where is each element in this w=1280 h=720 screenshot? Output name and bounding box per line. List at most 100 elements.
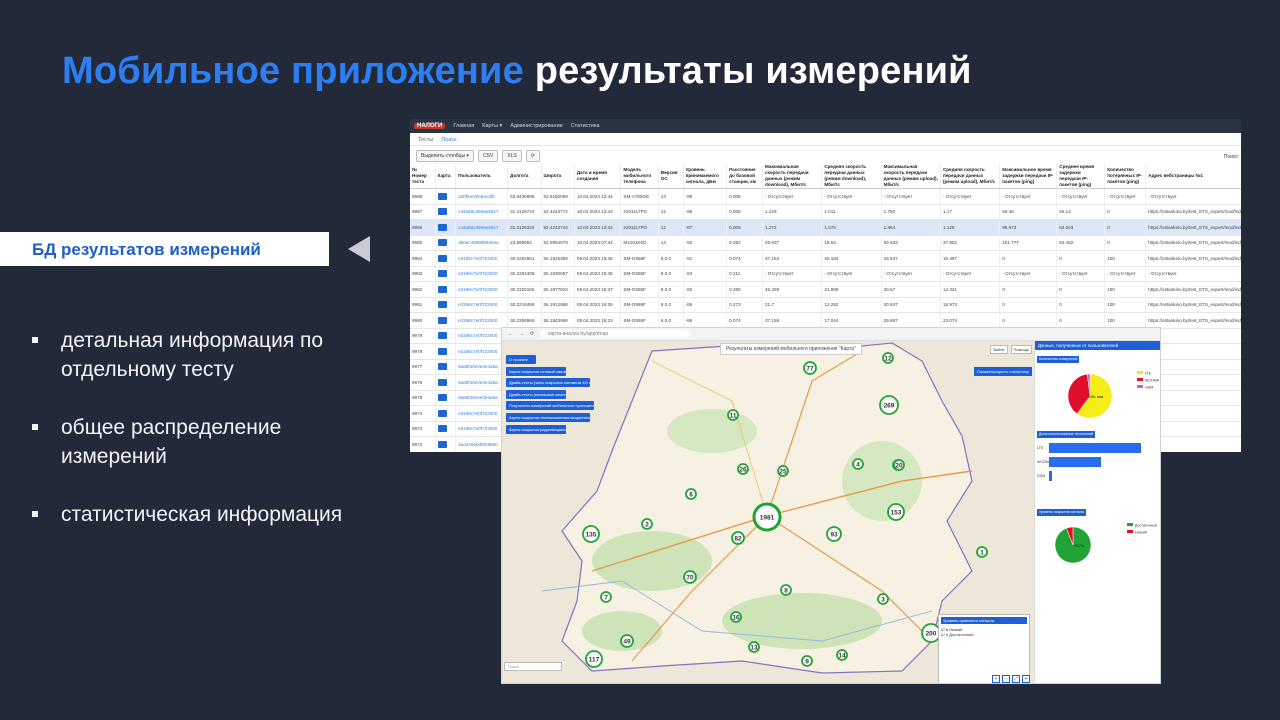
table-row[interactable]: 9988 a30f6ec6fe5acd2f 53.9436995 53.9150089…	[410, 188, 1241, 205]
bar[interactable]	[1049, 457, 1101, 467]
table-cell[interactable]: e3198c7e0f722000	[455, 266, 509, 282]
map-cell[interactable]	[435, 405, 457, 422]
map-marker-icon[interactable]	[437, 223, 447, 231]
layer-radio-coverage[interactable]: Карты покрытия радиовещанием	[506, 424, 566, 434]
map-marker-icon[interactable]	[437, 239, 447, 247]
layer-cellular-coverage[interactable]: Карты покрытия сотовой связи	[506, 366, 566, 376]
map-marker-icon[interactable]	[437, 378, 447, 386]
table-cell[interactable]: e3198c7e0f722000	[455, 281, 509, 298]
toggle-stats-button[interactable]: Показать/скрыть статистику	[974, 367, 1032, 376]
nav-item-home[interactable]: Главная	[453, 123, 474, 129]
locate-button[interactable]: ⌖	[1022, 675, 1030, 683]
column-header[interactable]: Дата и время создания	[574, 164, 622, 189]
table-cell[interactable]: 2aa240ebd5f28650	[455, 436, 509, 452]
forward-icon[interactable]: →	[519, 331, 524, 337]
column-header[interactable]: Широта	[541, 164, 575, 189]
table-cell[interactable]: e3198c7e0f722000	[455, 421, 509, 437]
nav-item-maps[interactable]: Карты ▾	[482, 123, 502, 129]
map-marker-icon[interactable]	[437, 425, 447, 433]
back-icon[interactable]: ←	[508, 331, 513, 337]
layer-tv-coverage[interactable]: Карты покрытия телевизионным вещанием	[506, 412, 590, 422]
table-cell[interactable]: e3198c7e0f722000	[455, 250, 509, 267]
map-view[interactable]: 1981 269 200 153 135 117 93 82 77 70 49 16 14 12 11 8 7 6…	[502, 341, 1034, 683]
column-header[interactable]: Пользователь	[455, 164, 509, 189]
column-header[interactable]: Средняя скорость передачи данных (режим …	[821, 164, 882, 189]
layer-about[interactable]: О проекте	[506, 355, 536, 364]
column-header[interactable]: Адрес вебстраницы №1	[1145, 164, 1241, 189]
map-cell[interactable]	[435, 312, 457, 329]
map-cell[interactable]	[435, 204, 457, 220]
table-cell[interactable]: e3198c7e0f722000	[455, 297, 509, 313]
help-button[interactable]: Помощь	[1010, 345, 1032, 354]
column-header[interactable]: Карта	[435, 164, 457, 189]
map-cell[interactable]	[435, 343, 457, 360]
bar[interactable]	[1049, 471, 1052, 481]
export-xls-button[interactable]: XLS	[502, 150, 522, 162]
layer-drive-tests-quality[interactable]: Драйв-тесты (поисковое качество)	[506, 389, 566, 399]
zoom-out-button[interactable]: −	[1002, 675, 1010, 683]
table-row[interactable]: 9986 c44a58cd59ae6617 31.3128332 52.4243744…	[410, 219, 1241, 236]
map-marker-icon[interactable]	[437, 254, 447, 262]
map-marker-icon[interactable]	[437, 440, 447, 448]
select-columns-button[interactable]: Выделить столбцы ▾	[416, 150, 474, 162]
map-cell[interactable]	[435, 250, 457, 267]
table-row[interactable]: 9980 e3198c7e0f722000 30.2358968 55.1843958…	[410, 312, 1241, 329]
map-marker-icon[interactable]	[437, 285, 447, 293]
table-row[interactable]: 9985 d80ec45899b8e6ea 23.695992 52.0964079 1…	[410, 235, 1241, 251]
column-header[interactable]: Средняя скорость передачи данных (режим …	[940, 164, 1001, 189]
column-header[interactable]: Количество потерянных IP-пакетов (ping)	[1104, 164, 1147, 189]
table-cell[interactable]: e3198c7e0f722000	[455, 343, 509, 360]
table-row[interactable]: 9987 c44a58cd59ae6617 31.3128744 52.4243772…	[410, 204, 1241, 220]
layer-mobile-app-results[interactable]: Результаты измерений мобильного приложен…	[506, 401, 594, 411]
address-bar[interactable]: карта-анализ.by/app/rmap	[540, 330, 691, 338]
zoom-in-button[interactable]: +	[992, 675, 1000, 683]
map-cell[interactable]	[435, 359, 457, 375]
table-cell[interactable]: 9a86f20e2e0e4a5a	[455, 390, 509, 406]
reload-icon[interactable]: ⟳	[530, 331, 534, 337]
map-cell[interactable]	[435, 235, 457, 251]
map-marker-icon[interactable]	[437, 270, 447, 278]
map-cell[interactable]	[435, 328, 457, 344]
map-search-input[interactable]: Поиск	[504, 662, 562, 671]
map-cell[interactable]	[435, 390, 457, 406]
nav-item-admin[interactable]: Администрирование	[510, 123, 562, 129]
tab-search[interactable]: Поиск	[441, 137, 456, 145]
column-header[interactable]: № Номер теста	[410, 164, 436, 189]
column-header[interactable]: Максимальная скорость передачи данных (р…	[762, 164, 823, 189]
map-marker-icon[interactable]	[437, 301, 447, 309]
table-cell[interactable]: c44a58cd59ae6617	[455, 219, 509, 236]
export-csv-button[interactable]: CSV	[478, 150, 499, 162]
layer-drive-tests-coverage[interactable]: Драйв-тесты (зоны покрытия сигналом 4G и…	[506, 378, 590, 388]
table-cell[interactable]: d80ec45899b8e6ea	[455, 235, 509, 251]
map-marker-icon[interactable]	[437, 316, 447, 324]
map-cell[interactable]	[435, 374, 457, 391]
table-cell[interactable]: e3198c7e0f722000	[455, 405, 509, 422]
fullscreen-button[interactable]: ⤢	[1012, 675, 1020, 683]
map-cell[interactable]	[435, 219, 457, 236]
map-cell[interactable]	[435, 188, 457, 205]
map-cell[interactable]	[435, 421, 457, 437]
map-cell[interactable]	[435, 281, 457, 298]
table-row[interactable]: 9984 e3198c7e0f722000 30.2282861 55.1915368…	[410, 250, 1241, 267]
table-row[interactable]: 9983 e3198c7e0f722000 30.2281308 55.1930067…	[410, 266, 1241, 282]
map-cell[interactable]	[435, 266, 457, 282]
table-cell[interactable]: 9a86f20e2e0e4a5a	[455, 374, 509, 391]
column-header[interactable]: Среднее время задержки передачи IP-пакет…	[1056, 164, 1106, 189]
map-marker-icon[interactable]	[437, 332, 447, 340]
login-button[interactable]: Войти	[990, 345, 1008, 354]
legend-item-sufficient[interactable]: ☑ ● Достаточный	[941, 632, 1027, 637]
map-marker-icon[interactable]	[437, 208, 447, 216]
map-marker-icon[interactable]	[437, 363, 447, 371]
map-cell[interactable]	[435, 297, 457, 313]
table-cell[interactable]: a30f6ec6fe5acd2f	[455, 188, 509, 205]
column-header[interactable]: Версия ОС	[658, 164, 684, 189]
table-cell[interactable]: c44a58cd59ae6617	[455, 204, 509, 220]
bar[interactable]	[1049, 443, 1141, 453]
column-header[interactable]: Максимальное время задержки передачи IP-…	[999, 164, 1058, 189]
map-marker-icon[interactable]	[437, 347, 447, 355]
column-header[interactable]: Долгота	[507, 164, 542, 189]
map-marker-icon[interactable]	[437, 409, 447, 417]
column-header[interactable]: Максимальная скорость передачи данных (р…	[881, 164, 941, 189]
table-cell[interactable]: 9a86f20e2e0e4a5a	[455, 359, 509, 375]
column-header[interactable]: Уровень принимаемого сигнала, дБм	[683, 164, 728, 189]
